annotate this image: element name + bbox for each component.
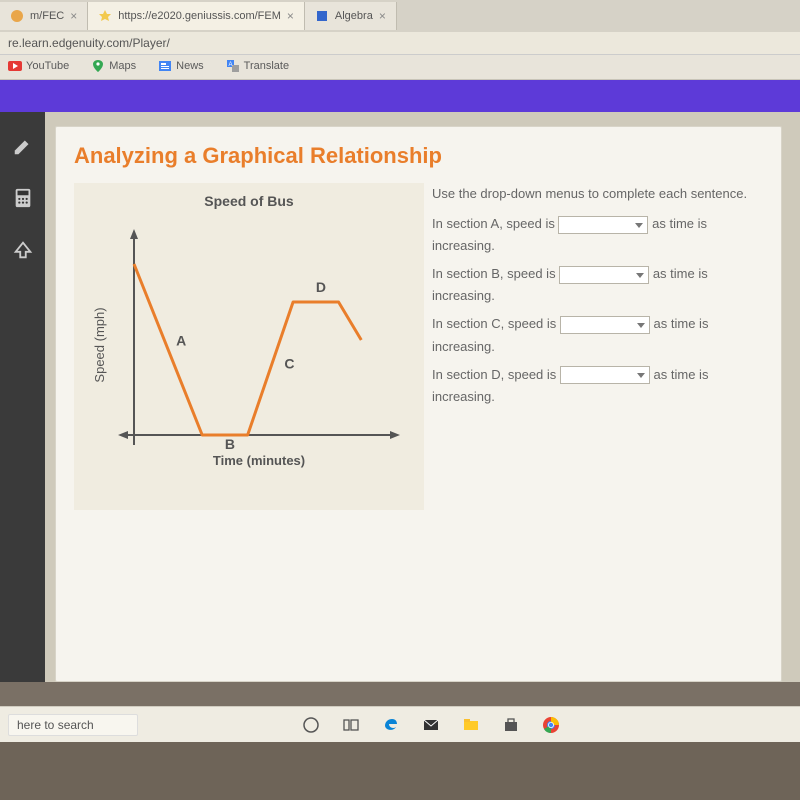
youtube-icon: [8, 59, 22, 73]
translate-icon: A: [226, 59, 240, 73]
app-header-bar: [0, 80, 800, 112]
chart-pane: Speed of Bus Speed (mph) Time (minutes): [74, 183, 424, 510]
statement-b: In section B, speed is as time is increa…: [432, 263, 763, 307]
content-panel: Analyzing a Graphical Relationship Speed…: [55, 126, 782, 682]
news-icon: [158, 59, 172, 73]
svg-text:Speed (mph): Speed (mph): [92, 307, 107, 382]
close-icon[interactable]: ×: [379, 9, 386, 23]
question-prompt: Use the drop-down menus to complete each…: [432, 183, 763, 205]
tab-0[interactable]: m/FEC ×: [0, 2, 88, 30]
statement-a: In section A, speed is as time is increa…: [432, 213, 763, 257]
left-rail: [0, 112, 45, 682]
tab-label: https://e2020.geniussis.com/FEM: [118, 10, 281, 22]
laptop-bezel: [0, 742, 800, 800]
edge-icon[interactable]: [382, 716, 400, 734]
bookmark-youtube[interactable]: YouTube: [8, 59, 69, 73]
stmt-pre: In section B, speed is: [432, 266, 556, 281]
tab-2[interactable]: Algebra ×: [305, 2, 397, 30]
calculator-icon[interactable]: [9, 184, 37, 212]
lesson-title: Analyzing a Graphical Relationship: [74, 143, 763, 169]
cortana-icon[interactable]: [302, 716, 320, 734]
stmt-pre: In section C, speed is: [432, 316, 556, 331]
svg-text:C: C: [284, 356, 294, 372]
svg-text:D: D: [316, 279, 326, 295]
svg-text:A: A: [228, 62, 232, 68]
statement-c: In section C, speed is as time is increa…: [432, 313, 763, 357]
up-arrow-icon[interactable]: [9, 236, 37, 264]
chrome-icon[interactable]: [542, 716, 560, 734]
mail-icon[interactable]: [422, 716, 440, 734]
chart-title: Speed of Bus: [84, 193, 414, 209]
svg-text:B: B: [225, 436, 235, 452]
bookmark-news[interactable]: News: [158, 59, 204, 73]
tab-label: m/FEC: [30, 10, 64, 22]
browser-chrome: m/FEC × https://e2020.geniussis.com/FEM …: [0, 0, 800, 80]
dropdown-c[interactable]: [560, 316, 650, 334]
app-area: Analyzing a Graphical Relationship Speed…: [0, 112, 800, 682]
address-bar[interactable]: re.learn.edgenuity.com/Player/: [0, 32, 800, 55]
tab-label: Algebra: [335, 10, 373, 22]
tab-1[interactable]: https://e2020.geniussis.com/FEM ×: [88, 2, 305, 30]
windows-taskbar: here to search: [0, 706, 800, 742]
svg-text:Time (minutes): Time (minutes): [213, 453, 305, 468]
dropdown-d[interactable]: [560, 366, 650, 384]
bookmark-maps[interactable]: Maps: [91, 59, 136, 73]
question-pane: Use the drop-down menus to complete each…: [432, 183, 763, 510]
pencil-icon[interactable]: [9, 132, 37, 160]
store-icon[interactable]: [502, 716, 520, 734]
stmt-pre: In section D, speed is: [432, 367, 556, 382]
search-placeholder: here to search: [17, 718, 94, 732]
svg-text:A: A: [176, 333, 186, 349]
taskview-icon[interactable]: [342, 716, 360, 734]
taskbar-search[interactable]: here to search: [8, 714, 138, 736]
file-explorer-icon[interactable]: [462, 716, 480, 734]
close-icon[interactable]: ×: [70, 9, 77, 23]
bookmark-label: Maps: [109, 60, 136, 72]
bookmark-translate[interactable]: A Translate: [226, 59, 289, 73]
statement-d: In section D, speed is as time is increa…: [432, 364, 763, 408]
maps-icon: [91, 59, 105, 73]
tab-bar: m/FEC × https://e2020.geniussis.com/FEM …: [0, 0, 800, 32]
bookmark-label: News: [176, 60, 204, 72]
favicon-icon: [10, 9, 24, 23]
favicon-icon: [98, 9, 112, 23]
bookmark-bar: YouTube Maps News A Translate: [0, 55, 800, 79]
address-text: re.learn.edgenuity.com/Player/: [8, 36, 170, 50]
dropdown-a[interactable]: [558, 216, 648, 234]
stmt-pre: In section A, speed is: [432, 216, 555, 231]
close-icon[interactable]: ×: [287, 9, 294, 23]
bookmark-label: Translate: [244, 60, 289, 72]
two-column-layout: Speed of Bus Speed (mph) Time (minutes): [74, 183, 763, 510]
bookmark-label: YouTube: [26, 60, 69, 72]
dropdown-b[interactable]: [559, 266, 649, 284]
favicon-icon: [315, 9, 329, 23]
speed-bus-chart: Speed (mph) Time (minutes) A B C D: [84, 215, 414, 495]
taskbar-icons: [302, 716, 560, 734]
